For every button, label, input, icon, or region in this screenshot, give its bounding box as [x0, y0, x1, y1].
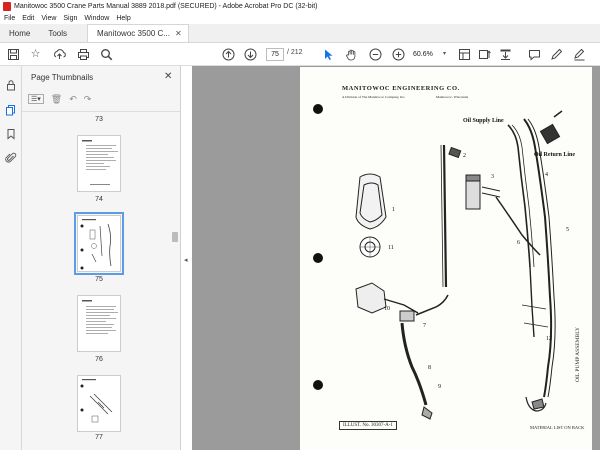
trash-icon[interactable]: 🗑 [51, 94, 62, 105]
toolbar: ☆ 75 / 212 60.6% ▾ [0, 43, 600, 66]
sign-icon[interactable] [573, 48, 586, 61]
callout-10: 10 [384, 306, 390, 312]
thumbnail-page-76[interactable] [77, 295, 121, 352]
zoom-search-icon[interactable] [100, 48, 113, 61]
page-side-title: OIL PUMP ASSEMBLY [575, 327, 581, 382]
page-total: / 212 [287, 49, 303, 56]
hand-tool-icon[interactable] [345, 48, 358, 61]
thumbnail-content [80, 379, 113, 423]
previous-page-icon[interactable] [222, 48, 235, 61]
collapse-panel-icon[interactable]: ◂ [184, 256, 190, 266]
close-icon[interactable]: ✕ [164, 71, 172, 82]
zoom-out-icon[interactable] [369, 48, 382, 61]
thumbnail-label-77: 77 [95, 434, 103, 441]
bookmark-icon[interactable] [5, 128, 17, 140]
select-cursor-icon[interactable] [322, 48, 335, 61]
oil-supply-line-label: Oil Supply Line [463, 118, 504, 124]
divider [22, 111, 180, 112]
save-icon[interactable] [7, 48, 20, 61]
chevron-down-icon: ▾ [443, 51, 447, 57]
thumbnails-scroll-thumb[interactable] [172, 232, 178, 242]
thumbnail-page-75[interactable] [74, 212, 124, 275]
pen-icon[interactable] [550, 48, 563, 61]
tab-bar: Home Tools Manitowoc 3500 C... ✕ [0, 24, 600, 43]
thumbnail-page-77[interactable] [77, 375, 121, 432]
tab-document-label: Manitowoc 3500 C... [97, 29, 170, 38]
callout-9: 9 [438, 384, 441, 390]
next-page-icon[interactable] [244, 48, 257, 61]
material-list-note: MATERIAL LIST ON BACK [530, 425, 585, 430]
undo-icon[interactable]: ↶ [69, 94, 77, 105]
menu-window[interactable]: Window [84, 15, 109, 22]
redo-icon[interactable]: ↷ [84, 94, 92, 105]
page-display-icon[interactable] [458, 48, 471, 61]
menu-view[interactable]: View [41, 15, 56, 22]
callout-8: 8 [428, 365, 431, 371]
tab-document[interactable]: Manitowoc 3500 C... ✕ [87, 24, 189, 42]
thumbnail-content [82, 140, 118, 185]
tab-tools[interactable]: Tools [39, 24, 87, 42]
zoom-level-select[interactable]: 60.6% ▾ [413, 48, 451, 61]
zoom-level-value: 60.6% [413, 51, 433, 58]
callout-6: 6 [517, 240, 520, 246]
thumbnail-options-icon[interactable]: ☰▾ [28, 94, 44, 104]
scroll-mode-icon[interactable] [478, 48, 491, 61]
upload-icon[interactable] [53, 48, 66, 61]
callout-5: 5 [566, 227, 569, 233]
menu-edit[interactable]: Edit [22, 15, 34, 22]
thumbnail-content [82, 300, 118, 334]
thumbnail-label-75: 75 [95, 276, 103, 283]
close-icon[interactable]: ✕ [175, 29, 182, 38]
callout-2: 2 [463, 153, 466, 159]
thumbnail-label-73: 73 [95, 116, 103, 123]
print-icon[interactable] [77, 48, 90, 61]
attachment-icon[interactable] [5, 152, 17, 164]
comment-icon[interactable] [528, 48, 541, 61]
thumbnail-page-74[interactable] [77, 135, 121, 192]
window-title: Manitowoc 3500 Crane Parts Manual 3889 2… [14, 3, 318, 10]
oil-pump-assembly-drawing [355, 110, 563, 420]
lock-icon[interactable] [5, 79, 17, 91]
callout-11: 11 [388, 245, 394, 251]
menu-sign[interactable]: Sign [63, 15, 77, 22]
tab-home[interactable]: Home [0, 24, 39, 42]
panel-title: Page Thumbnails [31, 73, 94, 82]
panel-toolbar: ☰▾ 🗑 ↶ ↷ [28, 92, 98, 106]
callout-3: 3 [491, 174, 494, 180]
thumbnail-label-76: 76 [95, 356, 103, 363]
callout-1: 1 [392, 207, 395, 213]
acrobat-icon [3, 2, 11, 11]
menu-help[interactable]: Help [116, 15, 130, 22]
menu-bar: File Edit View Sign Window Help [0, 13, 600, 24]
title-bar: Manitowoc 3500 Crane Parts Manual 3889 2… [0, 0, 600, 13]
callout-4: 4 [545, 172, 548, 178]
menu-file[interactable]: File [4, 15, 15, 22]
thumbnails-scrollbar[interactable] [171, 112, 179, 450]
oil-return-line-label: Oil Return Line [534, 152, 576, 158]
thumbnail-label-74: 74 [95, 196, 103, 203]
page-thumbnails-icon[interactable] [5, 104, 17, 116]
bookmark-star-icon[interactable]: ☆ [29, 48, 42, 61]
thumbnail-content [80, 219, 112, 270]
callout-12: 12 [546, 336, 552, 342]
zoom-in-icon[interactable] [392, 48, 405, 61]
navigation-rail [0, 66, 22, 450]
illustration-number: ILLUST. No. 30307-A-1 [339, 421, 397, 430]
callout-7: 7 [423, 323, 426, 329]
save-as-icon[interactable] [499, 48, 512, 61]
page-number-input[interactable]: 75 [266, 48, 284, 61]
